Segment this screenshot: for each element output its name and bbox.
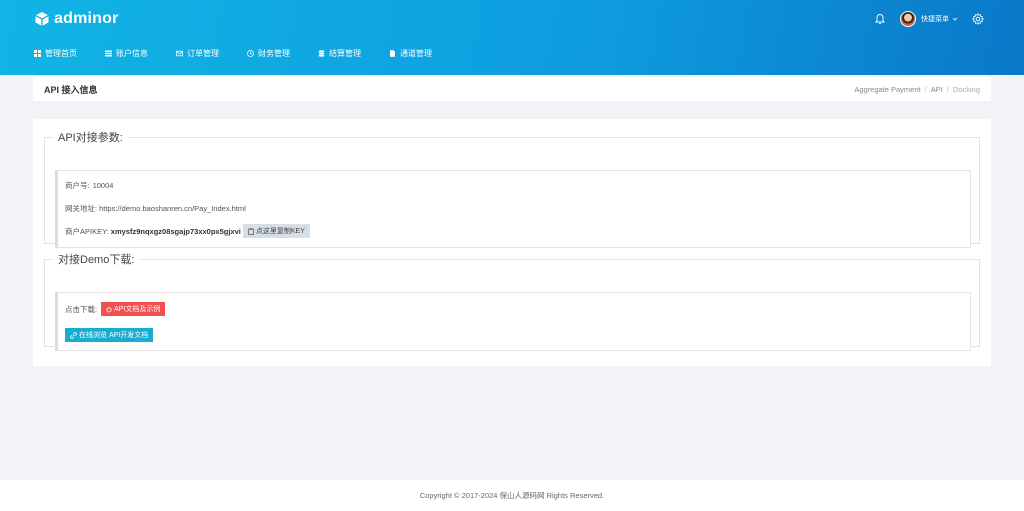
chevron-down-icon: [952, 17, 958, 21]
mail-icon: [176, 50, 183, 56]
breadcrumb-item[interactable]: Aggregate Payment: [854, 85, 920, 94]
nav-item-dashboard[interactable]: 管理首页: [34, 48, 77, 59]
main-card: API对接参数: 商户号: 10004 网关地址: https://demo.b…: [33, 119, 991, 366]
demo-section: 对接Demo下载: 点击下载: API文档及示例 在线浏览 API开发文档: [44, 251, 980, 351]
breadcrumb-separator: /: [946, 84, 949, 94]
avatar[interactable]: [900, 11, 916, 27]
apikey-value: xmysfz9nqxgz08sgajp73xx0px5gjxvi: [110, 226, 241, 236]
gateway-value: https://demo.baoshanren.cn/Pay_Index.htm…: [99, 204, 246, 213]
api-params-panel: 商户号: 10004 网关地址: https://demo.baoshanren…: [55, 170, 971, 248]
dashboard-icon: [34, 49, 41, 57]
browse-docs-button[interactable]: 在线浏览 API开发文档: [65, 328, 154, 342]
logo-text: adminor: [54, 10, 119, 27]
app-logo[interactable]: adminor: [34, 10, 119, 28]
gateway-label: 网关地址:: [65, 204, 98, 213]
nav-item-settlement[interactable]: 结算管理: [318, 48, 361, 59]
nav-label: 财务管理: [258, 48, 290, 58]
cube-logo-icon: [35, 12, 49, 26]
api-params-legend: API对接参数:: [58, 132, 123, 144]
page-header: API 接入信息 Aggregate Payment / API / Docki…: [33, 77, 991, 101]
clock-icon: [247, 49, 254, 57]
header-tools: 快捷菜单: [874, 10, 984, 28]
demo-panel: 点击下载: API文档及示例 在线浏览 API开发文档: [55, 292, 971, 351]
breadcrumb-separator: /: [924, 84, 927, 94]
file-icon: [390, 49, 395, 57]
browse-row: 在线浏览 API开发文档: [65, 328, 154, 342]
apikey-label: 商户APIKEY:: [65, 226, 109, 236]
nav-item-account[interactable]: 账户信息: [105, 48, 148, 59]
top-header: adminor 快捷菜单 管理首页 账户信息 订单管理 财务管理 结算管理 通道…: [0, 0, 1024, 75]
merchant-value: 10004: [92, 181, 114, 190]
merchant-row: 商户号: 10004: [65, 180, 113, 191]
api-docs-download-button[interactable]: API文档及示例: [101, 302, 166, 316]
gateway-row: 网关地址: https://demo.baoshanren.cn/Pay_Ind…: [65, 203, 246, 214]
breadcrumb: Aggregate Payment / API / Docking: [854, 85, 980, 94]
footer: Copyright © 2017-2024 保山人源码网 Rights Rese…: [0, 480, 1024, 511]
browse-docs-label: 在线浏览 API开发文档: [79, 332, 149, 339]
breadcrumb-current: Docking: [952, 84, 980, 94]
main-nav: 管理首页 账户信息 订单管理 财务管理 结算管理 通道管理: [34, 47, 460, 59]
copyright-text: Copyright © 2017-2024 保山人源码网 Rights Rese…: [419, 491, 605, 500]
clipboard-icon: [248, 227, 254, 235]
stack-icon: [318, 49, 325, 57]
nav-label: 账户信息: [116, 48, 148, 58]
quick-menu-dropdown[interactable]: 快捷菜单: [921, 14, 958, 24]
download-label: 点击下载:: [65, 304, 98, 314]
api-docs-download-label: API文档及示例: [114, 306, 161, 313]
api-params-section: API对接参数: 商户号: 10004 网关地址: https://demo.b…: [44, 129, 980, 248]
nav-label: 管理首页: [45, 48, 77, 58]
breadcrumb-item[interactable]: API: [931, 85, 943, 94]
nav-item-finance[interactable]: 财务管理: [247, 48, 290, 59]
nav-label: 结算管理: [329, 48, 361, 58]
demo-legend: 对接Demo下载:: [58, 254, 135, 266]
copy-key-label: 点这里复制KEY: [255, 228, 305, 235]
page-title: API 接入信息: [44, 84, 98, 95]
nav-label: 通道管理: [400, 48, 432, 58]
copy-key-button[interactable]: 点这里复制KEY: [242, 224, 310, 238]
list-icon: [105, 50, 112, 56]
link-icon: [70, 331, 77, 339]
quick-menu-label: 快捷菜单: [921, 16, 949, 23]
gear-icon[interactable]: [972, 13, 984, 25]
power-icon: [106, 306, 112, 312]
apikey-row: 商户APIKEY: xmysfz9nqxgz08sgajp73xx0px5gjx…: [65, 224, 310, 238]
merchant-label: 商户号:: [65, 181, 90, 190]
nav-item-channels[interactable]: 通道管理: [389, 48, 432, 59]
nav-item-orders[interactable]: 订单管理: [176, 48, 219, 59]
nav-label: 订单管理: [187, 48, 219, 58]
download-row: 点击下载: API文档及示例: [65, 302, 166, 316]
bell-icon[interactable]: [874, 13, 886, 25]
